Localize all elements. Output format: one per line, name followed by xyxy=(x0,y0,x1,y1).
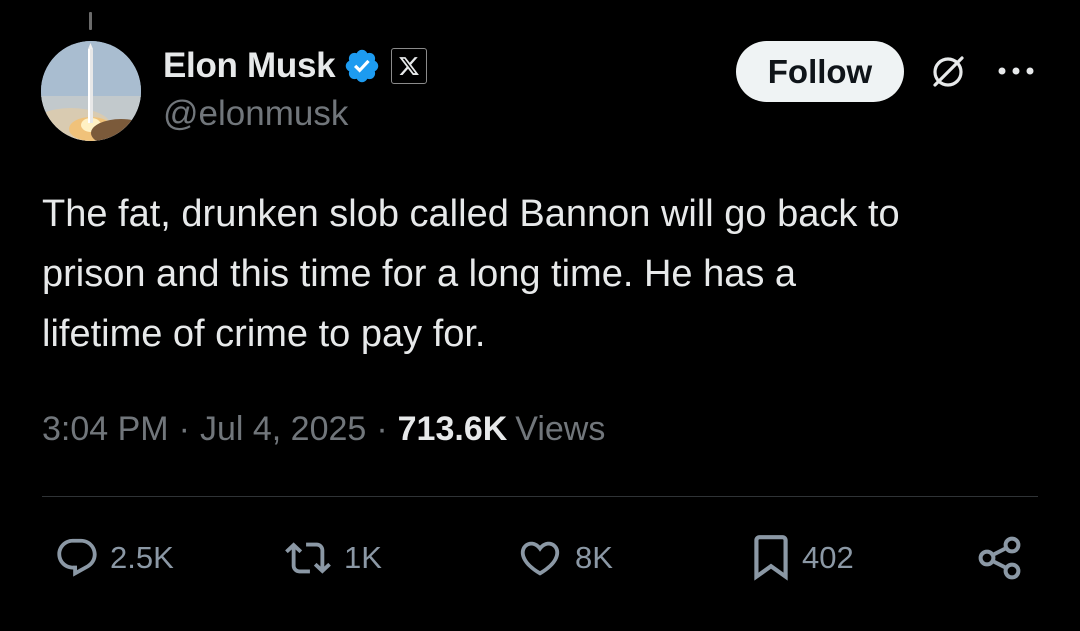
reply-icon xyxy=(57,538,97,577)
tweet-text-line: prison and this time for a long time. He… xyxy=(42,253,797,295)
views-label: Views xyxy=(515,409,606,448)
reply-count: 2.5K xyxy=(110,540,174,575)
share-icon xyxy=(978,536,1021,580)
tweet-date[interactable]: Jul 4, 2025 xyxy=(200,410,366,449)
tweet-text: The fat, drunken slob called Bannon will… xyxy=(42,184,1042,364)
tweet-meta: 3:04 PM · Jul 4, 2025 · 713.6K Views xyxy=(42,405,605,453)
like-count: 8K xyxy=(575,540,613,575)
more-icon[interactable] xyxy=(996,58,1036,84)
heart-icon xyxy=(520,541,560,576)
divider xyxy=(42,496,1038,497)
share-button[interactable] xyxy=(976,530,1024,586)
tweet-time[interactable]: 3:04 PM xyxy=(42,410,169,449)
tweet-text-line: lifetime of crime to pay for. xyxy=(42,313,486,355)
author-name-row: Elon Musk xyxy=(163,44,428,88)
avatar[interactable] xyxy=(41,41,141,141)
like-button[interactable]: 8K xyxy=(515,530,613,586)
meta-separator: · xyxy=(178,409,190,448)
bookmark-icon xyxy=(754,535,788,581)
repost-icon xyxy=(285,542,331,574)
avatar-rocket-image xyxy=(41,41,141,141)
meta-separator: · xyxy=(376,409,388,448)
thread-line xyxy=(89,12,92,30)
affiliate-badge[interactable] xyxy=(391,48,428,84)
bookmark-count: 402 xyxy=(802,540,854,575)
repost-button[interactable]: 1K xyxy=(282,530,382,586)
views-count[interactable]: 713.6K xyxy=(398,410,508,449)
bookmark-button[interactable]: 402 xyxy=(750,530,854,586)
x-logo-icon xyxy=(399,57,420,75)
follow-button[interactable]: Follow xyxy=(736,41,904,102)
tweet-text-line: The fat, drunken slob called Bannon will… xyxy=(42,193,900,235)
reply-button[interactable]: 2.5K xyxy=(54,530,174,586)
author-handle[interactable]: @elonmusk xyxy=(163,94,348,134)
author-display-name[interactable]: Elon Musk xyxy=(163,46,336,86)
verified-badge-icon[interactable] xyxy=(343,47,381,85)
repost-count: 1K xyxy=(344,540,382,575)
grok-icon[interactable] xyxy=(926,50,970,94)
